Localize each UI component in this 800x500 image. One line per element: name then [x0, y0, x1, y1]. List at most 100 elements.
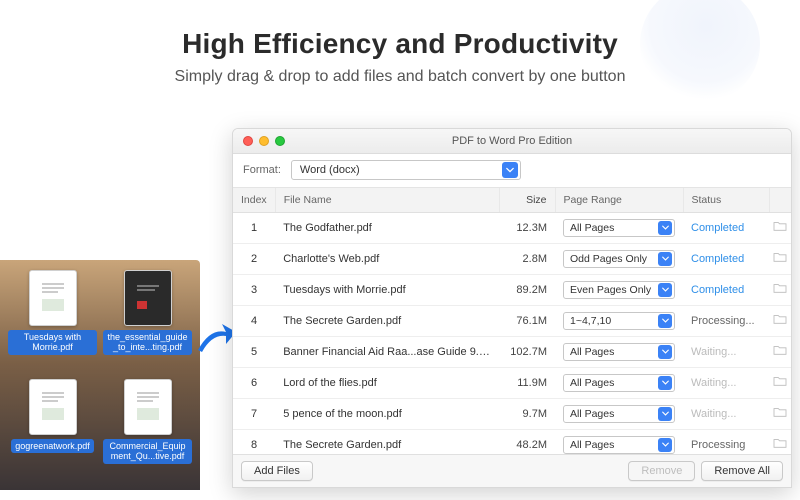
cell-status: Waiting...	[683, 367, 769, 398]
chevron-down-icon	[658, 314, 672, 328]
cell-range: All Pages	[555, 429, 683, 454]
hero-subtitle: Simply drag & drop to add files and batc…	[0, 68, 800, 86]
cell-size: 89.2M	[499, 274, 555, 305]
window-title: PDF to Word Pro Edition	[233, 135, 791, 147]
desktop-file[interactable]: Tuesdays with Morrie.pdf	[8, 270, 97, 371]
cell-filename: Banner Financial Aid Raa...ase Guide 9.3…	[275, 336, 499, 367]
page-range-select[interactable]: All Pages	[563, 219, 675, 237]
chevron-down-icon	[658, 407, 672, 421]
col-index[interactable]: Index	[233, 188, 275, 213]
cell-status: Completed	[683, 274, 769, 305]
cell-status: Processing	[683, 429, 769, 454]
file-thumbnail-icon	[29, 379, 77, 435]
page-range-value: All Pages	[570, 222, 614, 234]
zoom-icon[interactable]	[275, 136, 285, 146]
minimize-icon[interactable]	[259, 136, 269, 146]
remove-all-button[interactable]: Remove All	[701, 461, 783, 481]
table-row[interactable]: 5Banner Financial Aid Raa...ase Guide 9.…	[233, 336, 791, 367]
cell-size: 11.9M	[499, 367, 555, 398]
page-range-value: All Pages	[570, 377, 614, 389]
page-range-value: 1~4,7,10	[570, 315, 611, 327]
desktop-file-label: gogreenatwork.pdf	[11, 439, 94, 453]
format-select[interactable]: Word (docx)	[291, 160, 521, 180]
cell-size: 102.7M	[499, 336, 555, 367]
col-size[interactable]: Size	[499, 188, 555, 213]
page-range-select[interactable]: All Pages	[563, 374, 675, 392]
cell-range: Even Pages Only	[555, 274, 683, 305]
add-files-button[interactable]: Add Files	[241, 461, 313, 481]
file-thumbnail-icon	[29, 270, 77, 326]
col-status[interactable]: Status	[683, 188, 769, 213]
table-row[interactable]: 6Lord of the flies.pdf11.9M All Pages Wait…	[233, 367, 791, 398]
folder-icon[interactable]	[773, 437, 787, 449]
col-range[interactable]: Page Range	[555, 188, 683, 213]
cell-index: 5	[233, 336, 275, 367]
col-filename[interactable]: File Name	[275, 188, 499, 213]
cell-index: 1	[233, 212, 275, 243]
remove-button[interactable]: Remove	[628, 461, 695, 481]
page-range-select[interactable]: 1~4,7,10	[563, 312, 675, 330]
page-range-select[interactable]: All Pages	[563, 436, 675, 454]
cell-index: 3	[233, 274, 275, 305]
cell-open	[769, 212, 791, 243]
cell-size: 12.3M	[499, 212, 555, 243]
chevron-down-icon	[658, 438, 672, 452]
file-thumbnail-icon	[124, 379, 172, 435]
page-range-select[interactable]: Odd Pages Only	[563, 250, 675, 268]
cell-open	[769, 274, 791, 305]
folder-icon[interactable]	[773, 251, 787, 263]
cell-size: 2.8M	[499, 243, 555, 274]
cell-filename: The Secrete Garden.pdf	[275, 429, 499, 454]
cell-open	[769, 429, 791, 454]
cell-status: Completed	[683, 212, 769, 243]
cell-range: All Pages	[555, 367, 683, 398]
table-row[interactable]: 75 pence of the moon.pdf9.7M All Pages Wai…	[233, 398, 791, 429]
cell-index: 8	[233, 429, 275, 454]
cell-filename: 5 pence of the moon.pdf	[275, 398, 499, 429]
format-value: Word (docx)	[300, 164, 360, 176]
cell-open	[769, 243, 791, 274]
page-range-value: All Pages	[570, 408, 614, 420]
window-controls	[233, 136, 285, 146]
cell-status: Waiting...	[683, 398, 769, 429]
chevron-down-icon	[658, 283, 672, 297]
chevron-down-icon	[658, 252, 672, 266]
close-icon[interactable]	[243, 136, 253, 146]
page-range-select[interactable]: Even Pages Only	[563, 281, 675, 299]
table-row[interactable]: 3Tuesdays with Morrie.pdf89.2MEven Pages…	[233, 274, 791, 305]
cell-index: 6	[233, 367, 275, 398]
cell-status: Waiting...	[683, 336, 769, 367]
cell-size: 76.1M	[499, 305, 555, 336]
cell-range: All Pages	[555, 336, 683, 367]
cell-index: 7	[233, 398, 275, 429]
desktop-file[interactable]: Commercial_Equipment_Qu...tive.pdf	[103, 379, 192, 480]
desktop-file[interactable]: gogreenatwork.pdf	[8, 379, 97, 480]
footer: Add Files Remove Remove All	[233, 454, 791, 487]
page-range-value: All Pages	[570, 346, 614, 358]
file-thumbnail-icon	[124, 270, 172, 326]
table-row[interactable]: 4The Secrete Garden.pdf76.1M1~4,7,10Proc…	[233, 305, 791, 336]
page-range-value: Even Pages Only	[570, 284, 651, 296]
table-row[interactable]: 8The Secrete Garden.pdf48.2M All Pages Pro…	[233, 429, 791, 454]
folder-icon[interactable]	[773, 313, 787, 325]
desktop-file-label: Tuesdays with Morrie.pdf	[8, 330, 97, 355]
cell-size: 48.2M	[499, 429, 555, 454]
cell-range: 1~4,7,10	[555, 305, 683, 336]
desktop-file[interactable]: the_essential_guide_to_inte...ting.pdf	[103, 270, 192, 371]
folder-icon[interactable]	[773, 406, 787, 418]
folder-icon[interactable]	[773, 375, 787, 387]
page-range-select[interactable]: All Pages	[563, 343, 675, 361]
cell-filename: Lord of the flies.pdf	[275, 367, 499, 398]
toolbar: Format: Word (docx)	[233, 154, 791, 187]
cell-range: Odd Pages Only	[555, 243, 683, 274]
table-row[interactable]: 1The Godfather.pdf12.3MAll PagesComplete…	[233, 212, 791, 243]
chevron-down-icon	[658, 345, 672, 359]
page-range-select[interactable]: All Pages	[563, 405, 675, 423]
file-table: Index File Name Size Page Range Status 1…	[233, 188, 791, 454]
folder-icon[interactable]	[773, 220, 787, 232]
titlebar[interactable]: PDF to Word Pro Edition	[233, 129, 791, 154]
table-row[interactable]: 2Charlotte's Web.pdf2.8MOdd Pages OnlyCo…	[233, 243, 791, 274]
folder-icon[interactable]	[773, 282, 787, 294]
cell-size: 9.7M	[499, 398, 555, 429]
folder-icon[interactable]	[773, 344, 787, 356]
